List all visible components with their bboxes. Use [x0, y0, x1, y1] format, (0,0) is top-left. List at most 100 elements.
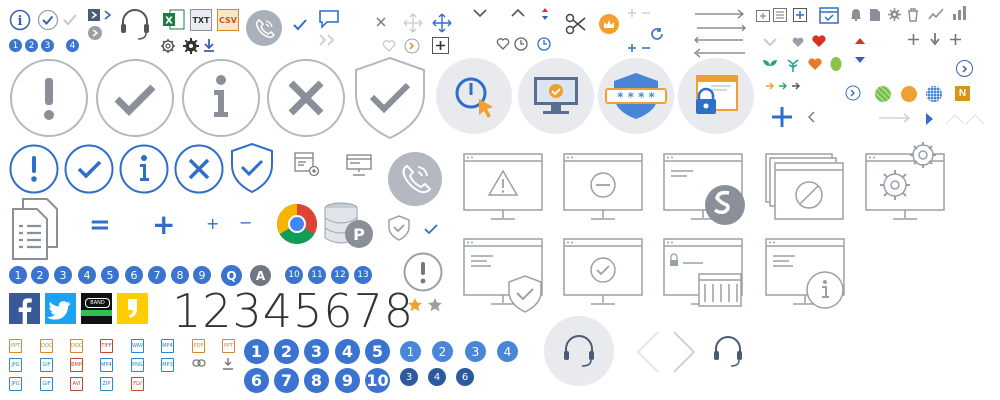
file-type-icon[interactable]: TIFF [100, 339, 113, 353]
file-type-icon[interactable]: PPT [222, 339, 235, 353]
plus-minus-blue-icon[interactable] [628, 43, 652, 53]
chevron-right-outline-circle[interactable] [845, 85, 861, 101]
document-icon[interactable] [869, 8, 881, 22]
file-type-icon[interactable]: PPT [9, 339, 22, 353]
heart-red-icon[interactable] [812, 35, 826, 47]
arrow-left-long-icon[interactable] [694, 48, 746, 58]
add-box-icon[interactable] [432, 37, 449, 54]
arrow-down-gray-icon[interactable] [929, 33, 941, 46]
headset-icon[interactable] [118, 6, 152, 42]
band-icon[interactable]: BAND [81, 293, 112, 324]
heart-outline-icon-2[interactable] [496, 38, 510, 50]
gear-icon-filled[interactable] [183, 38, 199, 54]
download-icon[interactable] [203, 38, 215, 52]
file-type-icon[interactable]: JPG [9, 377, 22, 391]
chevron-right-circle-icon[interactable] [956, 60, 973, 77]
phone-call-icon[interactable] [246, 10, 282, 46]
close-icon-small[interactable] [376, 17, 386, 27]
secure-browser-icon[interactable] [678, 58, 754, 134]
trash-icon[interactable] [907, 8, 919, 22]
chevron-left-large-icon[interactable] [636, 330, 660, 374]
clock-icon[interactable] [514, 37, 528, 51]
chevron-down-light-icon[interactable] [762, 37, 778, 47]
refresh-icon[interactable] [650, 27, 664, 41]
excel-file-icon[interactable]: X [163, 9, 185, 31]
list-icon[interactable] [773, 8, 787, 22]
add-square-icon[interactable] [793, 8, 807, 22]
plus-gray-icon-2[interactable] [950, 34, 961, 45]
chevron-left-icon[interactable] [806, 111, 816, 123]
file-type-icon[interactable]: FLV [131, 377, 144, 391]
plus-sign-large: + [152, 208, 176, 241]
file-type-icon[interactable]: WAV [131, 339, 144, 353]
heart-gray-icon[interactable] [792, 37, 804, 47]
file-type-icon[interactable]: PDF [192, 339, 205, 353]
move-icon-blue[interactable] [432, 13, 452, 33]
download-icon-small[interactable] [222, 357, 234, 370]
expand-arrow-icon[interactable] [88, 9, 100, 21]
txt-file-icon[interactable]: TXT [190, 9, 212, 31]
caret-right-blue-icon[interactable] [926, 113, 934, 125]
file-type-icon[interactable]: GIF [40, 377, 53, 391]
file-type-icon[interactable]: BMP [70, 358, 83, 372]
sort-up-red-icon[interactable] [855, 38, 865, 44]
headset-circle-icon[interactable] [544, 316, 614, 386]
plus-minus-light-icon[interactable] [628, 8, 652, 18]
scissors-icon[interactable] [565, 13, 587, 35]
file-type-icon[interactable]: DOC [70, 339, 83, 353]
bell-icon[interactable] [850, 8, 862, 21]
headset-outline-icon[interactable] [711, 333, 745, 369]
calendar-check-icon[interactable] [819, 6, 839, 24]
move-icon-light[interactable] [403, 13, 423, 33]
file-type-icon[interactable]: JPG [9, 358, 22, 372]
kakaostory-icon[interactable] [117, 293, 148, 324]
file-type-icon[interactable]: AVI [70, 377, 83, 391]
password-shield-icon[interactable]: * * * * [598, 58, 674, 134]
arrows-swap-icon[interactable] [694, 23, 746, 45]
double-chevron-right-icon[interactable] [318, 33, 340, 47]
file-type-icon[interactable]: DOC [40, 339, 53, 353]
info-icon-small[interactable]: i [9, 9, 31, 31]
blue-number-badge-large: 5 [365, 339, 390, 364]
check-circle-icon-small[interactable] [37, 9, 59, 31]
chevron-up-icon[interactable] [510, 8, 526, 18]
csv-file-icon[interactable]: CSV [217, 9, 239, 31]
facebook-icon[interactable] [9, 293, 40, 324]
chevron-down-icon[interactable] [472, 8, 488, 18]
heart-outline-icon[interactable] [382, 40, 396, 52]
sort-arrows-icon[interactable] [540, 7, 550, 27]
twitter-icon[interactable] [45, 293, 76, 324]
chevron-circle-right-icon[interactable] [404, 38, 420, 54]
chrome-browser-icon[interactable] [276, 203, 318, 245]
caret-up-outline-icon[interactable] [945, 113, 985, 125]
power-click-icon[interactable] [436, 58, 512, 134]
chat-bubble-icon[interactable] [318, 9, 340, 29]
server-settings-icon[interactable] [294, 152, 322, 178]
chevron-right-icon[interactable] [102, 9, 114, 21]
arrow-right-light-icon[interactable] [878, 112, 912, 124]
gear-icon-outline[interactable] [160, 38, 176, 54]
sort-down-blue-icon[interactable] [855, 57, 865, 63]
settings-gear-small-icon[interactable] [888, 8, 901, 21]
file-type-icon[interactable]: ZIP [100, 377, 113, 391]
plus-blue-large-icon[interactable] [771, 106, 793, 128]
file-type-icon[interactable]: MP4 [100, 358, 113, 372]
link-icon[interactable] [192, 358, 206, 368]
arrow-right-long-icon[interactable] [694, 9, 746, 19]
monitor-check-icon[interactable] [518, 58, 594, 134]
bar-chart-icon[interactable] [952, 6, 968, 20]
file-type-icon[interactable]: MP3 [161, 358, 174, 372]
line-chart-icon[interactable] [928, 8, 944, 20]
clock-blue-icon[interactable] [537, 37, 551, 51]
database-p-icon[interactable]: P [323, 202, 379, 250]
monitor-block-icon [563, 153, 647, 229]
file-type-icon[interactable]: PNG [131, 358, 144, 372]
file-type-icon[interactable]: MP4 [161, 339, 174, 353]
add-folder-icon[interactable] [756, 8, 770, 22]
server-window-icon[interactable] [346, 154, 372, 176]
file-type-icon[interactable]: GIF [40, 358, 53, 372]
plus-gray-icon[interactable] [908, 34, 919, 45]
phone-call-large-icon[interactable] [388, 152, 442, 206]
chevron-right-large-icon[interactable] [672, 330, 696, 374]
chevron-circle-icon[interactable] [88, 26, 102, 40]
